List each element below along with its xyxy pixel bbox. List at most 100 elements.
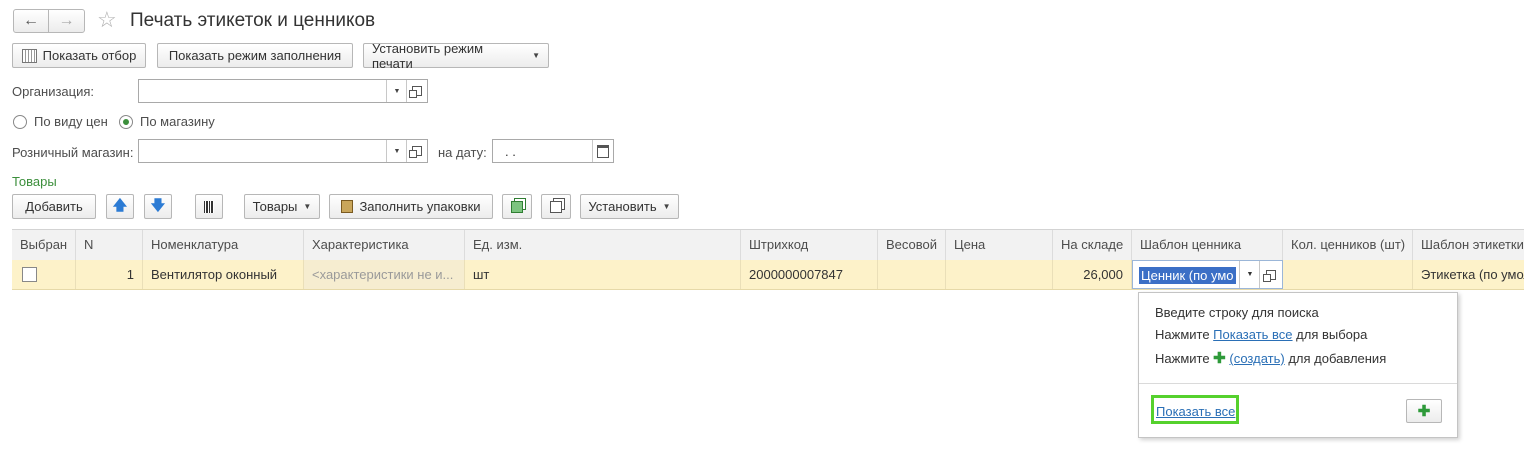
set-menu-button[interactable]: Установить ▼ — [580, 194, 679, 219]
cell-n: 1 — [76, 260, 143, 289]
open-form-icon — [409, 146, 422, 158]
open-form-icon — [1263, 269, 1276, 282]
col-n[interactable]: N — [76, 230, 143, 260]
back-button[interactable]: ← — [13, 9, 49, 33]
show-filter-label: Показать отбор — [42, 48, 137, 63]
price-tag-template-value[interactable]: Ценник (по умо — [1139, 267, 1236, 284]
date-label: на дату: — [438, 145, 487, 160]
chevron-down-icon: ▼ — [662, 202, 671, 211]
show-all-link[interactable]: Показать все — [1156, 404, 1235, 419]
barcode-icon — [204, 200, 214, 213]
chevron-down-icon: ▼ — [532, 51, 540, 60]
date-field[interactable]: . . — [492, 139, 614, 163]
add-label: Добавить — [25, 199, 83, 214]
org-field[interactable]: ▼ — [138, 79, 428, 103]
table-row[interactable]: 1 Вентилятор оконный <характеристики не … — [12, 260, 1524, 290]
goods-menu-label: Товары — [252, 199, 298, 214]
cell-selected[interactable] — [12, 260, 76, 289]
popup-create-link[interactable]: (создать) — [1229, 351, 1284, 366]
col-unit[interactable]: Ед. изм. — [465, 230, 741, 260]
chevron-down-icon: ▼ — [303, 202, 312, 211]
plus-icon: ✚ — [1213, 350, 1226, 367]
arrow-right-icon: → — [58, 12, 75, 29]
table-header: Выбран N Номенклатура Характеристика Ед.… — [12, 229, 1524, 261]
uncheck-all-button[interactable] — [541, 194, 571, 219]
cell-price-tag-template[interactable]: Ценник (по умо ▼ — [1132, 260, 1283, 289]
cell-weight[interactable] — [878, 260, 946, 289]
org-open-button[interactable] — [406, 80, 427, 102]
radio-price-kind-label[interactable]: По виду цен — [34, 114, 108, 129]
set-menu-label: Установить — [588, 199, 657, 214]
cell-label-template[interactable]: Этикетка (по умол — [1413, 260, 1524, 289]
col-price[interactable]: Цена — [946, 230, 1053, 260]
popup-hint-prefix: Нажмите — [1155, 327, 1214, 342]
goods-section-title: Товары — [12, 174, 57, 189]
popup-hint-search: Введите строку для поиска — [1155, 305, 1319, 320]
col-selected[interactable]: Выбран — [12, 230, 76, 260]
set-print-mode-button[interactable]: Установить режим печати ▼ — [363, 40, 549, 71]
cell-characteristic[interactable]: <характеристики не и... — [304, 260, 465, 289]
col-nomenclature[interactable]: Номенклатура — [143, 230, 304, 260]
uncheck-all-icon — [550, 200, 562, 213]
col-stock[interactable]: На складе — [1053, 230, 1132, 260]
popup-divider — [1139, 383, 1457, 384]
radio-price-kind[interactable] — [13, 115, 27, 129]
col-label-template[interactable]: Шаблон этикетки — [1413, 230, 1524, 260]
col-characteristic[interactable]: Характеристика — [304, 230, 465, 260]
col-weight[interactable]: Весовой — [878, 230, 946, 260]
arrow-left-icon: ← — [23, 12, 39, 29]
popup-hint-suffix: для добавления — [1284, 351, 1387, 366]
cell-unit[interactable]: шт — [465, 260, 741, 289]
page-title: Печать этикеток и ценников — [130, 10, 376, 31]
move-down-button[interactable]: 🡇 — [144, 194, 172, 219]
cell-nomenclature[interactable]: Вентилятор оконный — [143, 260, 304, 289]
arrow-up-icon: 🡅 — [112, 196, 128, 213]
popup-hint-prefix: Нажмите — [1155, 351, 1214, 366]
check-all-icon — [511, 200, 523, 213]
store-open-button[interactable] — [406, 140, 427, 162]
store-dropdown-button[interactable]: ▼ — [386, 140, 407, 162]
show-filter-button[interactable]: Показать отбор — [12, 43, 146, 68]
store-field[interactable]: ▼ — [138, 139, 428, 163]
price-tag-dropdown-button[interactable]: ▼ — [1239, 261, 1260, 288]
barcode-button[interactable] — [195, 194, 223, 219]
popup-hint-show-all: Нажмите Показать все для выбора — [1155, 327, 1367, 342]
favorite-star-icon[interactable]: ☆ — [97, 7, 117, 33]
store-label: Розничный магазин: — [12, 145, 134, 160]
col-barcode[interactable]: Штрихкод — [741, 230, 878, 260]
radio-store[interactable] — [119, 115, 133, 129]
radio-store-label[interactable]: По магазину — [140, 114, 215, 129]
col-price-tag-template[interactable]: Шаблон ценника — [1132, 230, 1283, 260]
cell-stock[interactable]: 26,000 — [1053, 260, 1132, 289]
check-all-button[interactable] — [502, 194, 532, 219]
filter-icon — [21, 48, 37, 63]
org-label: Организация: — [12, 84, 95, 99]
popup-hint-create: Нажмите ✚ (создать) для добавления — [1155, 349, 1386, 367]
create-button[interactable]: ✚ — [1406, 399, 1442, 423]
fill-packages-label: Заполнить упаковки — [359, 199, 481, 214]
calendar-button[interactable] — [592, 140, 613, 162]
show-fill-mode-label: Показать режим заполнения — [168, 48, 342, 63]
cell-price-tag-count[interactable] — [1283, 260, 1413, 289]
calendar-icon — [597, 144, 609, 158]
plus-icon: ✚ — [1417, 403, 1431, 420]
chevron-down-icon: ▼ — [393, 147, 401, 155]
col-price-tag-count[interactable]: Кол. ценников (шт) — [1283, 230, 1413, 260]
show-fill-mode-button[interactable]: Показать режим заполнения — [157, 43, 353, 68]
cell-barcode[interactable]: 2000000007847 — [741, 260, 878, 289]
fill-packages-button[interactable]: Заполнить упаковки — [329, 194, 493, 219]
move-up-button[interactable]: 🡅 — [106, 194, 134, 219]
price-tag-open-button[interactable] — [1259, 261, 1282, 288]
add-button[interactable]: Добавить — [12, 194, 96, 219]
row-checkbox[interactable] — [22, 267, 37, 282]
package-icon — [341, 200, 354, 213]
popup-hint-show-all-link[interactable]: Показать все — [1213, 327, 1292, 342]
goods-menu-button[interactable]: Товары ▼ — [244, 194, 320, 219]
set-print-mode-label: Установить режим печати — [372, 40, 484, 71]
forward-button[interactable]: → — [48, 9, 85, 33]
open-form-icon — [409, 86, 422, 98]
chevron-down-icon: ▼ — [393, 87, 401, 95]
org-dropdown-button[interactable]: ▼ — [386, 80, 407, 102]
cell-price[interactable] — [946, 260, 1053, 289]
arrow-down-icon: 🡇 — [150, 196, 166, 213]
